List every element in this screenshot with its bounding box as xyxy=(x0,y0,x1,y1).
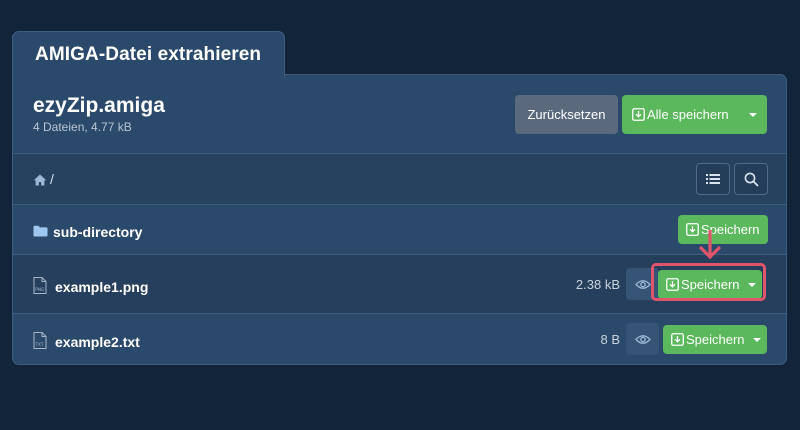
arrow-down-icon xyxy=(697,228,723,260)
divider xyxy=(13,313,786,314)
save-button[interactable]: Speichern xyxy=(663,325,767,354)
search-icon xyxy=(744,172,759,187)
save-all-main[interactable]: Alle speichern xyxy=(632,95,729,134)
list-item[interactable]: TXT example2.txt 8 B Speichern xyxy=(13,314,786,364)
divider xyxy=(13,254,786,255)
reset-button-label: Zurücksetzen xyxy=(527,107,606,122)
txt-file-icon: TXT xyxy=(33,332,47,349)
archive-name: ezyZip.amiga xyxy=(33,94,165,117)
save-label: Speichern xyxy=(686,332,745,347)
download-icon xyxy=(632,108,645,121)
svg-text:TXT: TXT xyxy=(35,342,44,347)
archive-panel: ezyZip.amiga 4 Dateien, 4.77 kB Zurückse… xyxy=(12,74,787,365)
file-size: 2.38 kB xyxy=(575,277,620,292)
search-button[interactable] xyxy=(734,163,768,195)
reset-button[interactable]: Zurücksetzen xyxy=(515,95,618,134)
entry-name[interactable]: example1.png xyxy=(55,279,148,295)
highlight-box xyxy=(651,263,766,301)
tab-title: AMIGA-Datei extrahieren xyxy=(35,43,262,65)
save-all-label: Alle speichern xyxy=(647,107,729,122)
home-icon[interactable] xyxy=(33,174,47,186)
eye-icon xyxy=(634,334,651,345)
archive-summary: 4 Dateien, 4.77 kB xyxy=(33,120,132,134)
list-view-button[interactable] xyxy=(696,163,730,195)
list-item[interactable]: sub-directory Speichern xyxy=(13,205,786,254)
png-file-icon: PNG xyxy=(33,277,47,294)
save-button[interactable]: Speichern xyxy=(678,215,768,244)
entry-name[interactable]: sub-directory xyxy=(53,224,142,240)
svg-text:PNG: PNG xyxy=(35,287,44,292)
path-bar xyxy=(13,154,786,204)
save-main[interactable]: Speichern xyxy=(671,325,745,354)
archive-header: ezyZip.amiga 4 Dateien, 4.77 kB Zurückse… xyxy=(13,75,786,153)
caret-down-icon xyxy=(753,337,761,342)
eye-icon xyxy=(634,279,651,290)
save-dropdown-toggle[interactable] xyxy=(747,325,767,354)
list-icon xyxy=(706,174,720,184)
entry-name[interactable]: example2.txt xyxy=(55,334,140,350)
preview-button[interactable] xyxy=(626,323,659,355)
save-all-button[interactable]: Alle speichern xyxy=(622,95,767,134)
caret-down-icon xyxy=(749,112,757,117)
file-size: 8 B xyxy=(600,332,620,347)
folder-icon xyxy=(33,225,48,237)
breadcrumb-path: / xyxy=(50,171,54,187)
extract-tab[interactable]: AMIGA-Datei extrahieren xyxy=(12,31,285,77)
download-icon xyxy=(671,333,684,346)
save-all-dropdown-toggle[interactable] xyxy=(739,95,767,134)
